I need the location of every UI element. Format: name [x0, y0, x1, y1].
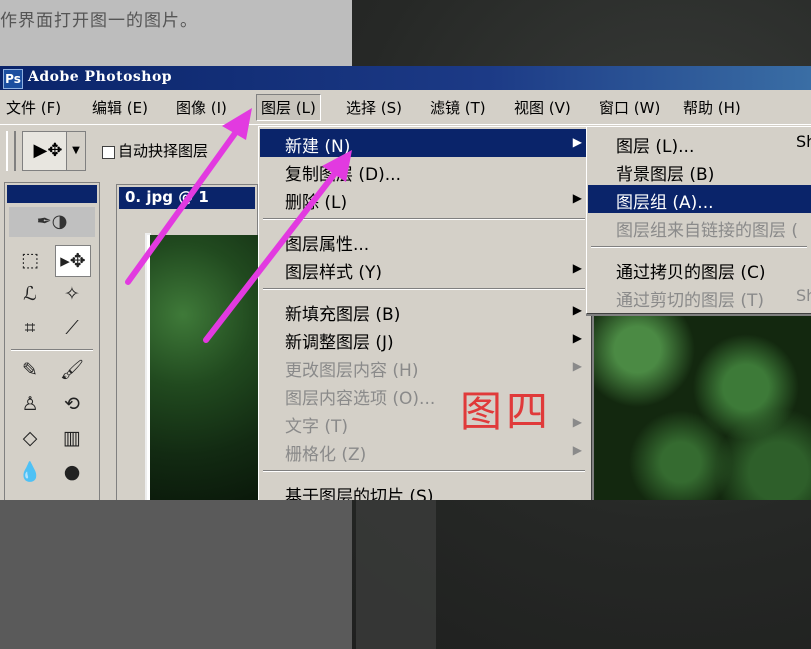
toolbox: ✒◑ ⬚ ▸✥ ℒ ✧ ⌗ ⟋ ✎ 🖌 ♙ ⟲ ◇ ▥ 💧 ●	[4, 182, 100, 500]
photoshop-window: Ps Adobe Photoshop 文件 (F) 编辑 (E) 图像 (I) …	[0, 66, 811, 500]
menu-separator	[263, 218, 585, 220]
submenu-arrow-icon: ▶	[572, 191, 582, 205]
menu-item-shortcut: Sh	[796, 286, 811, 305]
menu-separator	[263, 470, 585, 472]
photo-foliage-background	[594, 312, 811, 500]
stamp-tool-icon[interactable]: ♙	[13, 389, 47, 419]
chevron-down-icon[interactable]: ▼	[66, 131, 86, 171]
new-submenu-item-layer-via-cut[interactable]: 通过剪切的图层 (T) Sh	[588, 283, 811, 311]
options-bar-grip[interactable]	[6, 131, 16, 171]
document-window: 0. jpg @ 1	[116, 184, 260, 500]
auto-select-label: 自动抉择图层	[118, 142, 209, 160]
menu-select[interactable]: 选择 (S)	[346, 97, 402, 118]
menu-item-label: 文字 (T)	[285, 417, 349, 437]
document-canvas[interactable]	[147, 235, 260, 500]
window-title: Adobe Photoshop	[28, 69, 173, 85]
layer-menu-item-new[interactable]: 新建 (N) ▶	[260, 129, 590, 157]
document-title: 0. jpg @ 1	[125, 188, 209, 206]
magic-wand-tool-icon[interactable]: ✧	[55, 279, 89, 309]
layer-menu-item-style[interactable]: 图层样式 (Y) ▶	[260, 255, 590, 283]
page-caption: 作界面打开图一的图片。	[0, 11, 198, 31]
menu-separator	[263, 288, 585, 290]
faded-toolbox-shadow	[356, 500, 436, 649]
layer-menu-item-delete[interactable]: 删除 (L) ▶	[260, 185, 590, 213]
submenu-arrow-icon: ▶	[572, 303, 582, 317]
figure-annotation: 图四	[460, 387, 553, 436]
menu-filter[interactable]: 滤镜 (T)	[430, 97, 486, 118]
layer-menu-item-rasterize[interactable]: 栅格化 (Z) ▶	[260, 437, 590, 465]
layer-menu-item-new-fill[interactable]: 新填充图层 (B) ▶	[260, 297, 590, 325]
menu-item-label: 图层组 (A)...	[616, 193, 714, 213]
menu-item-label: 新填充图层 (B)	[285, 305, 401, 325]
menu-window[interactable]: 窗口 (W)	[599, 97, 660, 118]
menu-item-label: 图层属性...	[285, 235, 370, 255]
menu-item-label: 通过剪切的图层 (T)	[616, 291, 765, 311]
menu-help[interactable]: 帮助 (H)	[683, 97, 741, 118]
toolbox-divider	[11, 349, 93, 351]
layer-menu-item-properties[interactable]: 图层属性...	[260, 227, 590, 255]
menu-item-label: 图层 (L)...	[616, 137, 695, 157]
slice-tool-icon[interactable]: ⟋	[55, 313, 89, 343]
new-submenu-item-group-from-linked[interactable]: 图层组来自链接的图层 (	[588, 213, 811, 241]
dodge-tool-icon[interactable]: ●	[55, 457, 89, 487]
menu-item-label: 复制图层 (D)...	[285, 165, 401, 185]
new-submenu-item-background-layer[interactable]: 背景图层 (B)	[588, 157, 811, 185]
menu-item-label: 图层组来自链接的图层 (	[616, 221, 799, 241]
gradient-tool-icon[interactable]: ▥	[55, 423, 89, 453]
blur-tool-icon[interactable]: 💧	[13, 457, 47, 487]
menu-view[interactable]: 视图 (V)	[514, 97, 571, 118]
new-submenu-item-layer-group[interactable]: 图层组 (A)...	[588, 185, 811, 213]
title-bar[interactable]: Ps Adobe Photoshop	[0, 66, 811, 90]
auto-select-checkbox[interactable]	[102, 146, 115, 159]
menu-item-label: 图层样式 (Y)	[285, 263, 383, 283]
menu-item-shortcut: Sh	[796, 132, 811, 151]
lasso-tool-icon[interactable]: ℒ	[13, 279, 47, 309]
toolbox-title-bar[interactable]	[7, 185, 97, 203]
menu-item-label: 新建 (N)	[285, 137, 351, 157]
move-tool-icon[interactable]: ▸✥	[55, 245, 91, 277]
layer-menu-item-duplicate[interactable]: 复制图层 (D)...	[260, 157, 590, 185]
submenu-arrow-icon: ▶	[572, 331, 582, 345]
menu-item-label: 删除 (L)	[285, 193, 348, 213]
marquee-tool-icon[interactable]: ⬚	[13, 245, 47, 275]
menu-bar: 文件 (F) 编辑 (E) 图像 (I) 图层 (L) 选择 (S) 滤镜 (T…	[0, 92, 811, 122]
crop-tool-icon[interactable]: ⌗	[13, 313, 47, 343]
menu-item-label: 栅格化 (Z)	[285, 445, 367, 465]
toolbox-logo-icon[interactable]: ✒◑	[9, 207, 95, 237]
menu-item-label: 基于图层的切片 (S)	[285, 487, 434, 500]
submenu-arrow-icon: ▶	[572, 443, 582, 457]
layer-menu-item-layer-based-slice[interactable]: 基于图层的切片 (S)	[260, 479, 590, 500]
submenu-arrow-icon: ▶	[572, 261, 582, 275]
menu-separator	[591, 246, 807, 248]
page-background-lower	[0, 500, 352, 649]
document-title-bar[interactable]: 0. jpg @ 1	[119, 187, 255, 209]
submenu-arrow-icon: ▶	[572, 135, 582, 149]
menu-image[interactable]: 图像 (I)	[176, 97, 227, 118]
new-submenu-item-layer[interactable]: 图层 (L)... Sh	[588, 129, 811, 157]
submenu-arrow-icon: ▶	[572, 359, 582, 373]
new-submenu-item-layer-via-copy[interactable]: 通过拷贝的图层 (C)	[588, 255, 811, 283]
menu-item-label: 新调整图层 (J)	[285, 333, 394, 353]
menu-item-label: 图层内容选项 (O)...	[285, 389, 436, 409]
menu-item-label: 更改图层内容 (H)	[285, 361, 419, 381]
menu-layer[interactable]: 图层 (L)	[256, 94, 321, 121]
history-brush-tool-icon[interactable]: ⟲	[55, 389, 89, 419]
layer-menu-item-change-content[interactable]: 更改图层内容 (H) ▶	[260, 353, 590, 381]
menu-file[interactable]: 文件 (F)	[6, 97, 61, 118]
new-submenu: 图层 (L)... Sh 背景图层 (B) 图层组 (A)... 图层组来自链接…	[586, 126, 811, 314]
healing-brush-tool-icon[interactable]: ✎	[13, 355, 47, 385]
photoshop-logo-icon[interactable]: Ps	[3, 69, 23, 89]
brush-tool-icon[interactable]: 🖌	[55, 355, 89, 385]
layer-menu-dropdown: 新建 (N) ▶ 复制图层 (D)... 删除 (L) ▶ 图层属性... 图层…	[258, 126, 592, 500]
menu-item-label: 通过拷贝的图层 (C)	[616, 263, 766, 283]
eraser-tool-icon[interactable]: ◇	[13, 423, 47, 453]
menu-edit[interactable]: 编辑 (E)	[92, 97, 148, 118]
menu-item-label: 背景图层 (B)	[616, 165, 715, 185]
submenu-arrow-icon: ▶	[572, 415, 582, 429]
layer-menu-item-new-adjustment[interactable]: 新调整图层 (J) ▶	[260, 325, 590, 353]
